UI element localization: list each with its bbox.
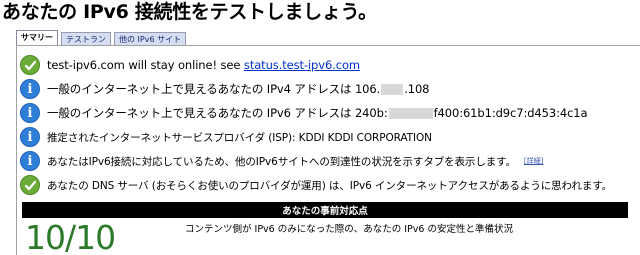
readiness-score: 10/10 <box>25 218 116 255</box>
result-text: 一般のインターネット上で見えるあなたの IPv6 アドレスは 240b: f400… <box>47 105 588 121</box>
info-circle-icon: i <box>20 127 40 147</box>
info-circle-icon: i <box>20 103 40 123</box>
info-circle-icon: i <box>20 151 40 171</box>
tab-bar: サマリー テストラン 他の IPv6 サイト <box>16 30 189 46</box>
check-circle-icon <box>20 55 40 75</box>
result-text: 一般のインターネット上で見えるあなたの IPv4 アドレスは 106. .108 <box>47 81 430 97</box>
ipv6-tabs-text: あなたはIPv6接続に対応しているため、他のIPv6サイトへの到達性の状況を示す… <box>47 155 516 168</box>
info-circle-icon: i <box>20 79 40 99</box>
tab-other-ipv6-sites[interactable]: 他の IPv6 サイト <box>114 32 187 46</box>
isp-text: 推定されたインターネットサービスプロバイダ (ISP): KDDI KDDI C… <box>47 131 432 144</box>
redacted-block <box>388 108 433 119</box>
result-row-isp: i 推定されたインターネットサービスプロバイダ (ISP): KDDI KDDI… <box>20 127 432 147</box>
check-circle-icon <box>20 175 40 195</box>
redacted-block <box>381 84 404 95</box>
readiness-heading: あなたの事前対応点 <box>22 202 628 218</box>
online-message: test-ipv6.com will stay online! see <box>47 58 244 72</box>
details-link[interactable]: [詳細] <box>524 156 543 166</box>
result-row-ipv4: i 一般のインターネット上で見えるあなたの IPv4 アドレスは 106. .10… <box>20 79 430 99</box>
result-text: test-ipv6.com will stay online! see stat… <box>47 58 360 72</box>
dns-text: あなたの DNS サーバ (おそらくお使いのプロバイダが運用) は、IPv6 イ… <box>47 179 612 192</box>
ipv4-suffix: .108 <box>404 82 430 96</box>
result-row-ipv6: i 一般のインターネット上で見えるあなたの IPv6 アドレスは 240b: f4… <box>20 103 588 123</box>
result-row-dns: あなたの DNS サーバ (おそらくお使いのプロバイダが運用) は、IPv6 イ… <box>20 175 612 195</box>
page-title: あなたの IPv6 接続性をテストしましょう。 <box>2 1 377 23</box>
result-row-ipv6-tabs: i あなたはIPv6接続に対応しているため、他のIPv6サイトへの到達性の状況を… <box>20 151 543 171</box>
readiness-caption: コンテンツ側が IPv6 のみになった際の、あなたの IPv6 の安定性と準備状… <box>185 224 513 235</box>
tab-summary[interactable]: サマリー <box>16 30 58 46</box>
ipv4-label: 一般のインターネット上で見えるあなたの IPv4 アドレスは 106. <box>47 82 381 96</box>
tab-test-run[interactable]: テストラン <box>61 32 111 46</box>
status-link[interactable]: status.test-ipv6.com <box>244 58 360 72</box>
ipv6-label: 一般のインターネット上で見えるあなたの IPv6 アドレスは 240b: <box>47 106 388 120</box>
ipv6-suffix: f400:61b1:d9c7:d453:4c1a <box>433 106 588 120</box>
result-row-online: test-ipv6.com will stay online! see stat… <box>20 55 360 75</box>
